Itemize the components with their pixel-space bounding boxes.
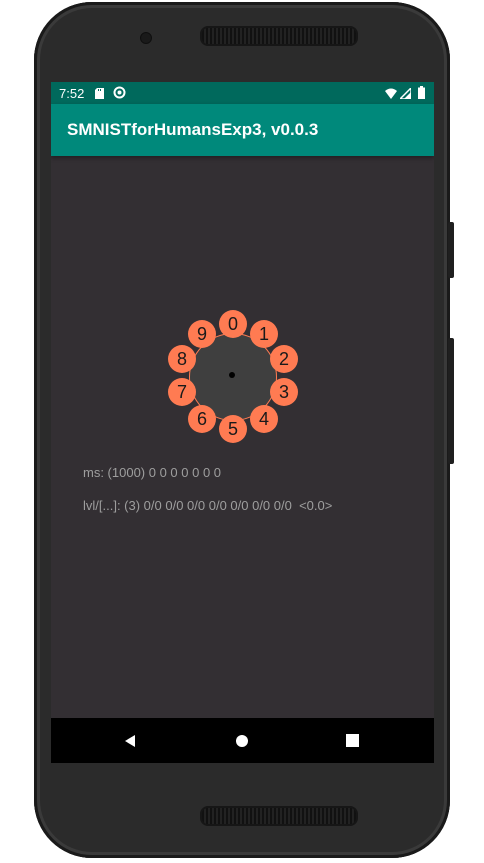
digit-5-button[interactable]: 5 <box>219 415 247 443</box>
digit-7-button[interactable]: 7 <box>168 378 196 406</box>
recents-button[interactable] <box>322 718 382 763</box>
digit-1-button[interactable]: 1 <box>250 320 278 348</box>
digit-2-button[interactable]: 2 <box>270 345 298 373</box>
bottom-speaker <box>200 806 358 826</box>
digit-9-button[interactable]: 9 <box>188 320 216 348</box>
digit-3-button[interactable]: 3 <box>270 378 298 406</box>
navigation-bar <box>51 718 434 763</box>
screen: 7:52 SMNISTforHumansExp3, v0.0.3 0 1 2 3… <box>51 82 434 763</box>
home-button[interactable] <box>212 718 272 763</box>
top-speaker <box>200 26 358 46</box>
digit-6-button[interactable]: 6 <box>188 405 216 433</box>
back-button[interactable] <box>100 718 160 763</box>
digit-dial: 0 1 2 3 4 5 6 7 8 9 <box>51 82 434 763</box>
volume-button <box>448 338 454 464</box>
home-icon <box>236 734 248 747</box>
digit-4-button[interactable]: 4 <box>250 405 278 433</box>
dial-center-dot <box>229 372 235 378</box>
digit-0-button[interactable]: 0 <box>219 310 247 338</box>
level-status-text: lvl/[...]: (3) 0/0 0/0 0/0 0/0 0/0 0/0 0… <box>83 498 333 513</box>
power-button <box>448 222 454 278</box>
ms-status-text: ms: (1000) 0 0 0 0 0 0 0 <box>83 465 222 480</box>
back-icon <box>125 734 135 747</box>
recents-icon <box>345 734 359 747</box>
digit-8-button[interactable]: 8 <box>168 345 196 373</box>
front-camera <box>140 32 152 44</box>
